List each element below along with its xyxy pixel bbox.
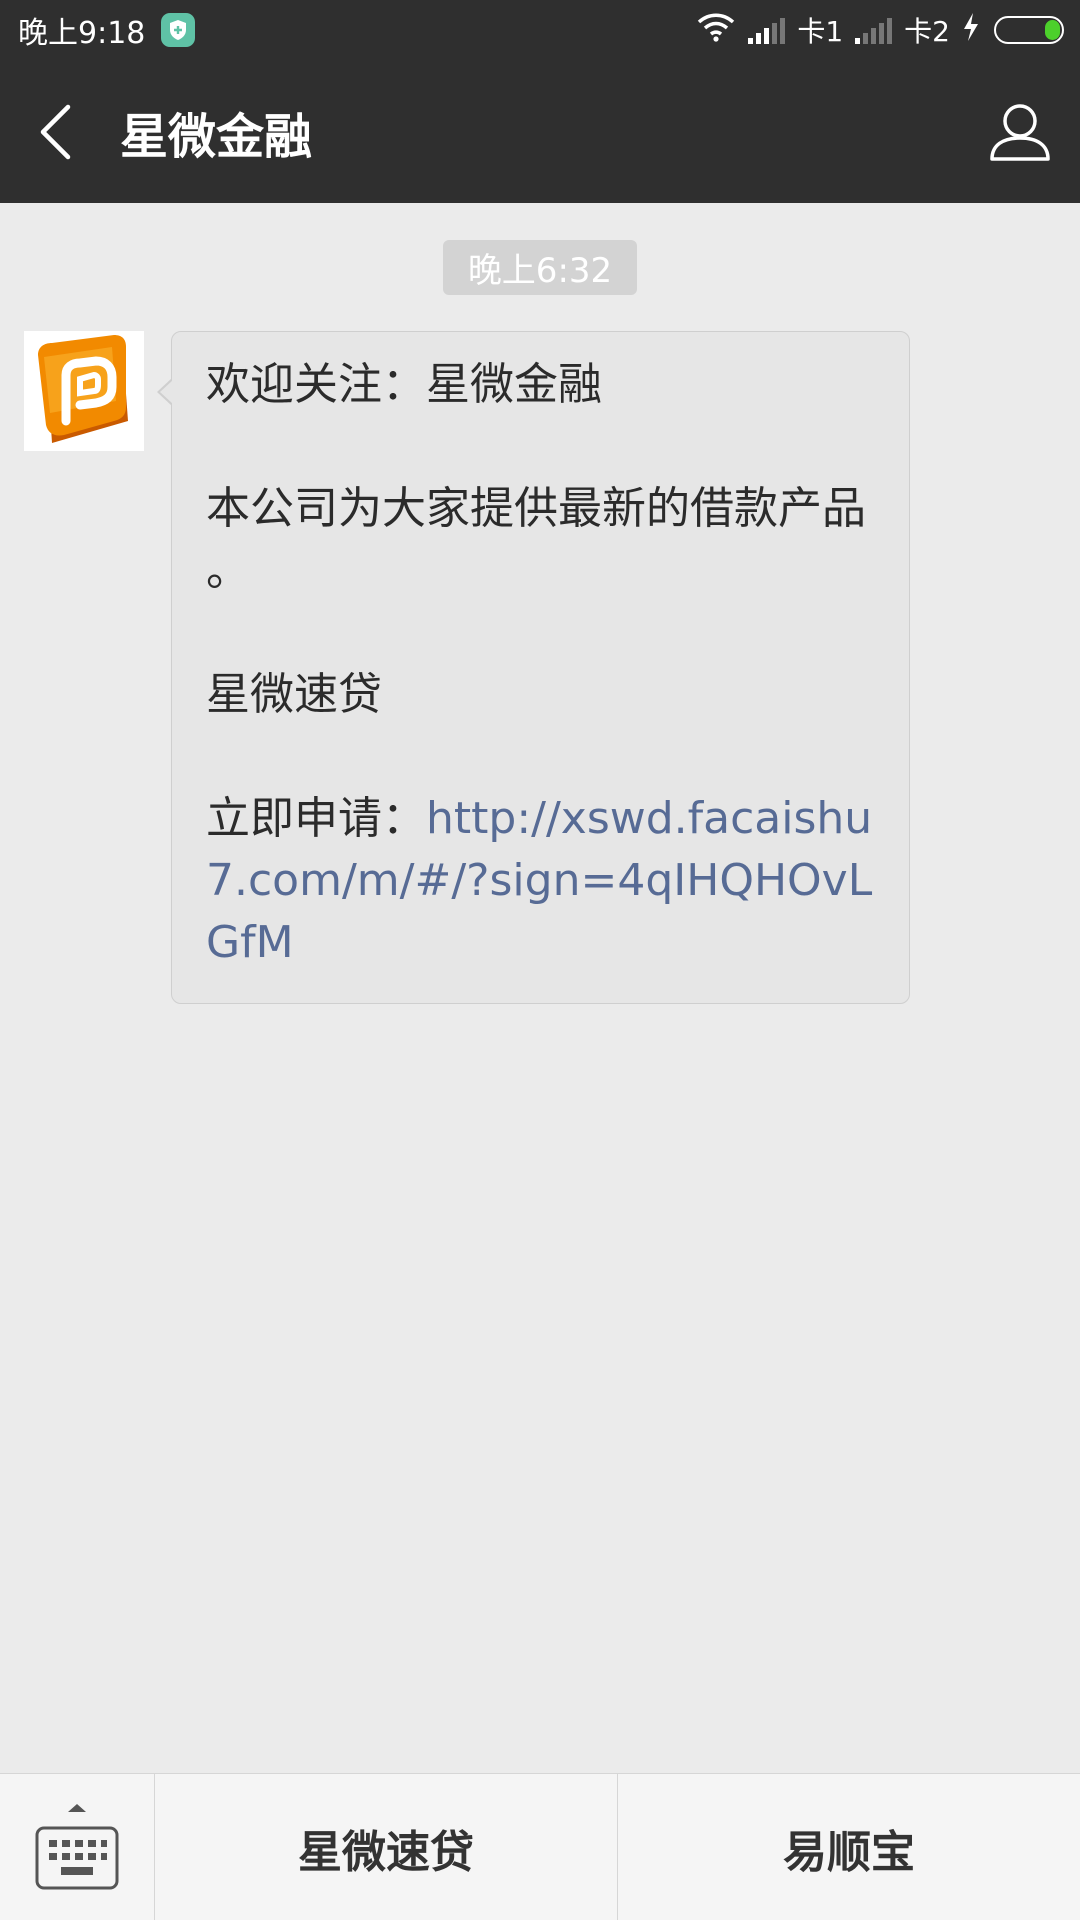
message-line-welcome: 欢迎关注：星微金融 — [206, 359, 602, 410]
charging-bolt-icon — [962, 12, 980, 49]
back-button[interactable] — [0, 60, 110, 203]
wifi-icon — [696, 12, 736, 49]
sender-avatar[interactable] — [24, 331, 144, 451]
sender-logo-icon — [24, 331, 144, 451]
title-bar: 星微金融 — [0, 60, 1080, 203]
battery-level-fill — [1045, 20, 1060, 40]
apply-label: 立即申请： — [206, 793, 426, 844]
message-line-apply: 立即申请：http://xswd.facaishu7.com/m/#/?sign… — [206, 788, 879, 974]
status-time: 晚上9:18 — [18, 16, 146, 51]
screen: 晚上9:18 卡1 卡2 星微金融 晚上6:32 欢迎关注：星微金融 本公司为大… — [0, 0, 1080, 1920]
message-line-product: 星微速贷 — [206, 669, 382, 720]
chat-area[interactable]: 晚上6:32 欢迎关注：星微金融 本公司为大家提供最新的借款产品 。 星微速贷 … — [0, 203, 1080, 1773]
battery-icon — [994, 16, 1064, 44]
menu-item-yishunbao[interactable]: 易顺宝 — [617, 1774, 1080, 1920]
message-bubble[interactable]: 欢迎关注：星微金融 本公司为大家提供最新的借款产品 。 星微速贷 立即申请：ht… — [157, 331, 910, 1004]
keyboard-toggle-button[interactable] — [0, 1774, 155, 1920]
page-title: 星微金融 — [120, 108, 313, 165]
message-timestamp: 晚上6:32 — [443, 240, 637, 295]
bottom-menu-bar: 星微速贷 易顺宝 — [0, 1773, 1080, 1920]
status-bar: 晚上9:18 卡1 卡2 — [0, 0, 1080, 60]
status-left: 晚上9:18 — [18, 8, 196, 52]
signal-strength-icon-sim1 — [748, 16, 786, 44]
official-account-profile-button[interactable] — [960, 60, 1080, 203]
status-right: 卡1 卡2 — [696, 10, 1064, 50]
message-line-intro: 本公司为大家提供最新的借款产品 。 — [206, 483, 866, 596]
menu-item-xingwei-sudai[interactable]: 星微速贷 — [155, 1774, 617, 1920]
keyboard-icon — [35, 1803, 119, 1889]
chevron-left-icon — [40, 104, 71, 159]
person-icon — [990, 103, 1050, 161]
security-shield-icon — [161, 13, 196, 47]
signal-strength-icon-sim2 — [855, 16, 893, 44]
sim2-label: 卡2 — [904, 15, 950, 48]
sim1-label: 卡1 — [797, 15, 844, 48]
